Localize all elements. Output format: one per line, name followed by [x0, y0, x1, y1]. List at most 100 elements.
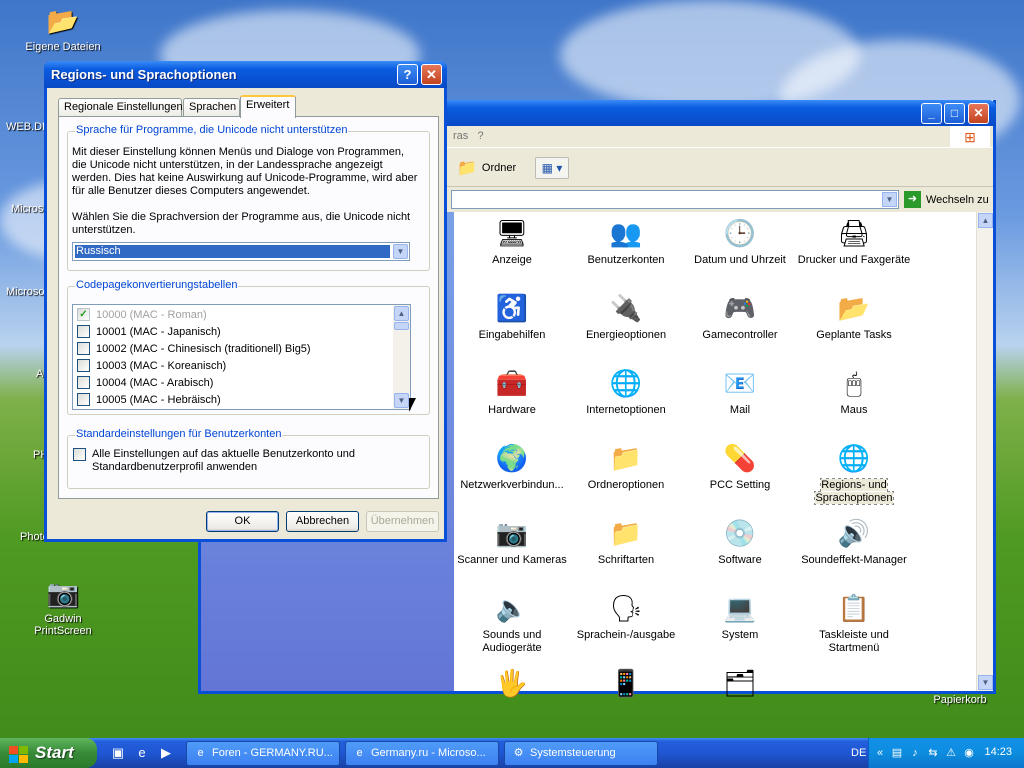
control-panel-item[interactable]: 📋 Taskleiste und Startmenü	[797, 591, 911, 655]
cancel-button[interactable]: Abbrechen	[286, 511, 359, 532]
scroll-down-button[interactable]: ▼	[978, 675, 993, 690]
network-icon: 🌍	[495, 442, 529, 473]
codepage-label: 10001 (MAC - Japanisch)	[96, 325, 221, 338]
dialog-titlebar[interactable]: Regions- und Sprachoptionen ? ✕	[44, 61, 447, 88]
partial-item-icon: 🗂	[723, 667, 757, 698]
scroll-up-button[interactable]: ▲	[978, 213, 993, 228]
tab-languages[interactable]: Sprachen	[183, 98, 240, 117]
control-panel-item[interactable]: 🌐 Regions- und Sprachoptionen	[797, 441, 911, 505]
desktop-partial-label[interactable]: Microso	[6, 286, 45, 298]
control-panel-item[interactable]: 🖱 Maus	[797, 366, 911, 417]
listbox-scroll-thumb[interactable]	[394, 322, 409, 330]
folder-icon: 📁	[457, 160, 477, 177]
control-panel-item-label: Gamecontroller	[702, 329, 778, 341]
unicode-language-select[interactable]: Russisch ▼	[72, 242, 410, 261]
desktop-icon-recycle-bin[interactable]: Papierkorb	[912, 694, 1008, 706]
address-input[interactable]: ▼	[451, 190, 899, 209]
desktop-partial-label[interactable]: WEB.DE	[6, 121, 49, 133]
desktop-icon-label: Eigene Dateien	[25, 41, 101, 53]
checkbox-box[interactable]	[77, 325, 90, 338]
control-panel-item-partial[interactable]: 🗂	[683, 666, 797, 704]
control-panel-item[interactable]: 💿 Software	[683, 516, 797, 567]
tray-app-icon[interactable]: ▤	[889, 745, 905, 761]
control-panel-item[interactable]: 📧 Mail	[683, 366, 797, 417]
tab-advanced[interactable]: Erweitert	[240, 95, 296, 118]
apply-button[interactable]: Übernehmen	[366, 511, 439, 532]
control-panel-item[interactable]: 🎮 Gamecontroller	[683, 291, 797, 342]
codepage-row[interactable]: 10002 (MAC - Chinesisch (traditionell) B…	[77, 340, 311, 357]
control-panel-item[interactable]: 🔈 Sounds und Audiogeräte	[455, 591, 569, 655]
control-panel-item[interactable]: 💊 PCC Setting	[683, 441, 797, 492]
codepage-row[interactable]: 10005 (MAC - Hebräisch)	[77, 391, 221, 408]
help-button[interactable]: ?	[397, 64, 418, 85]
tab-regional-settings[interactable]: Regionale Einstellungen	[58, 98, 183, 117]
control-panel-item[interactable]: 🗣 Sprachein-/ausgabe	[569, 591, 683, 642]
control-panel-item[interactable]: 🕒 Datum und Uhrzeit	[683, 216, 797, 267]
checkbox-box[interactable]	[77, 393, 90, 406]
taskbar-task[interactable]: ⚙ Systemsteuerung	[504, 741, 658, 766]
control-panel-item[interactable]: 📂 Geplante Tasks	[797, 291, 911, 342]
go-button[interactable]: ➜ Wechseln zu	[904, 191, 989, 208]
desktop-icon-printscreen[interactable]: 📷 Gadwin PrintScreen	[15, 576, 111, 638]
codepage-row[interactable]: 10001 (MAC - Japanisch)	[77, 323, 221, 340]
tray-volume-icon[interactable]: ♪	[907, 745, 923, 761]
clock[interactable]: 14:23	[984, 746, 1012, 758]
fonts-icon: 📁	[609, 517, 643, 548]
tray-expand-icon[interactable]: «	[872, 745, 888, 761]
folders-button[interactable]: 📁 Ordner	[457, 157, 516, 179]
minimize-button[interactable]: _	[921, 103, 942, 124]
checkbox-box[interactable]	[73, 448, 86, 461]
control-panel-item-label: Netzwerkverbindun...	[460, 479, 564, 491]
control-panel-item[interactable]: 🌍 Netzwerkverbindun...	[455, 441, 569, 492]
views-button[interactable]: ▦ ▾	[535, 157, 569, 179]
chevron-down-icon[interactable]: ▼	[393, 244, 408, 259]
taskbar-task[interactable]: e Foren - GERMANY.RU...	[186, 741, 340, 766]
desktop-partial-label[interactable]: A	[36, 368, 43, 380]
listbox-scroll-down[interactable]: ▼	[394, 393, 409, 408]
control-panel-item[interactable]: 📁 Ordneroptionen	[569, 441, 683, 492]
control-panel-item[interactable]: 📁 Schriftarten	[569, 516, 683, 567]
language-indicator[interactable]: DE	[851, 747, 866, 759]
control-panel-item[interactable]: 🔊 Soundeffekt-Manager	[797, 516, 911, 567]
checkbox-box[interactable]	[77, 342, 90, 355]
menubar-partial[interactable]: ras ?	[453, 130, 484, 142]
control-panel-item[interactable]: 🧰 Hardware	[455, 366, 569, 417]
control-panel-item-partial[interactable]: 🖐	[455, 666, 569, 704]
apply-defaults-checkbox[interactable]: Alle Einstellungen auf das aktuelle Benu…	[73, 448, 382, 474]
control-panel-item[interactable]: 🖨 Drucker und Faxgeräte	[797, 216, 911, 267]
content-scrollbar[interactable]: ▲ ▼	[976, 212, 993, 691]
control-panel-item-partial[interactable]: 📱	[569, 666, 683, 704]
tray-security-icon[interactable]: ⚠	[943, 745, 959, 761]
listbox-scrollbar[interactable]: ▲ ▼	[393, 305, 410, 409]
address-dropdown-button[interactable]: ▼	[882, 192, 897, 207]
show-desktop-icon[interactable]: ▣	[110, 745, 126, 761]
ok-button[interactable]: OK	[206, 511, 279, 532]
codepage-listbox[interactable]: ✓ 10000 (MAC - Roman) 10001 (MAC - Japanis…	[72, 304, 411, 410]
maximize-button[interactable]: □	[944, 103, 965, 124]
ie-icon[interactable]: e	[134, 745, 150, 761]
regional-options-dialog: Regions- und Sprachoptionen ? ✕ Regional…	[44, 61, 447, 542]
desktop-icon-my-documents[interactable]: 📂 Eigene Dateien	[15, 4, 111, 54]
tray-daemon-icon[interactable]: ◉	[961, 745, 977, 761]
control-panel-item[interactable]: 🌐 Internetoptionen	[569, 366, 683, 417]
control-panel-item[interactable]: 💻 System	[683, 591, 797, 642]
codepage-row[interactable]: 10004 (MAC - Arabisch)	[77, 374, 213, 391]
media-player-icon[interactable]: ▶	[158, 745, 174, 761]
taskbar-task[interactable]: e Germany.ru - Microso...	[345, 741, 499, 766]
checkbox-box[interactable]	[77, 359, 90, 372]
control-panel-item[interactable]: 📷 Scanner und Kameras	[455, 516, 569, 567]
control-panel-item[interactable]: 🖥 Anzeige	[455, 216, 569, 267]
listbox-scroll-up[interactable]: ▲	[394, 306, 409, 321]
start-button[interactable]: Start	[0, 738, 97, 768]
close-button[interactable]: ✕	[968, 103, 989, 124]
gamepad-icon: 🎮	[723, 292, 757, 323]
codepage-row[interactable]: 10003 (MAC - Koreanisch)	[77, 357, 226, 374]
dialog-close-button[interactable]: ✕	[421, 64, 442, 85]
control-panel-item[interactable]: 🔌 Energieoptionen	[569, 291, 683, 342]
checkbox-box[interactable]	[77, 376, 90, 389]
scanner-icon: 📷	[495, 517, 529, 548]
control-panel-item[interactable]: 👥 Benutzerkonten	[569, 216, 683, 267]
control-panel-item[interactable]: ♿ Eingabehilfen	[455, 291, 569, 342]
tray-network-icon[interactable]: ⇆	[925, 745, 941, 761]
control-panel-item-label: Regions- und Sprachoptionen	[814, 478, 894, 505]
